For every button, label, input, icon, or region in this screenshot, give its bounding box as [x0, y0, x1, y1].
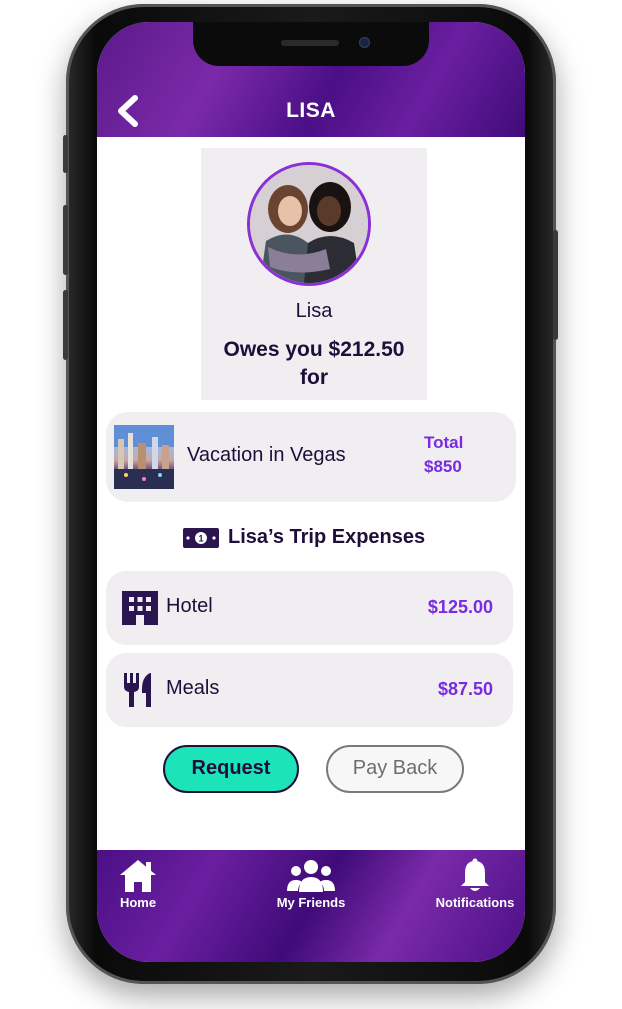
owed-for-text: for: [300, 366, 328, 389]
notch: [193, 22, 429, 66]
page-title: LISA: [286, 99, 336, 122]
tab-label: Notifications: [435, 895, 515, 910]
expense-label: Hotel: [166, 595, 213, 617]
front-camera: [359, 37, 370, 48]
app-screen: LISA Lisa Owes you $212.50 for Vacation …: [97, 22, 525, 962]
expenses-section-title: Lisa’s Trip Expenses: [228, 526, 426, 548]
svg-text:1: 1: [198, 534, 203, 544]
volume-up-button: [63, 205, 68, 275]
trip-thumbnail: [114, 425, 174, 489]
trip-total-value: $850: [424, 457, 462, 476]
bottom-tab-bar: Home My Friends Notifications: [97, 850, 525, 962]
silent-switch: [63, 135, 68, 173]
request-button[interactable]: Request: [163, 745, 299, 793]
tab-label: Home: [119, 895, 157, 910]
friends-icon: [287, 860, 335, 892]
home-icon: [120, 860, 156, 892]
tab-my-friends[interactable]: My Friends: [271, 858, 351, 910]
owed-amount-text: Owes you $212.50: [223, 338, 405, 361]
trip-title: Vacation in Vegas: [187, 444, 346, 466]
utensils-icon: [124, 673, 151, 707]
expense-label: Meals: [166, 677, 220, 699]
money-bill-icon: 1: [183, 528, 219, 548]
tab-notifications[interactable]: Notifications: [433, 858, 517, 910]
avatar: [247, 162, 371, 286]
avatar-photo: [250, 165, 368, 283]
header-bar: LISA: [97, 22, 525, 137]
tab-label: My Friends: [276, 895, 346, 910]
expense-amount: $125.00: [427, 597, 493, 617]
profile-card: Lisa Owes you $212.50 for: [201, 148, 427, 400]
friend-name: Lisa: [295, 300, 333, 322]
speaker: [281, 40, 339, 46]
expense-row-meals[interactable]: Meals $87.50: [106, 653, 513, 727]
expense-row-hotel[interactable]: Hotel $125.00: [106, 571, 513, 645]
hotel-icon: [122, 591, 158, 625]
volume-down-button: [63, 290, 68, 360]
pay-back-button[interactable]: Pay Back: [326, 745, 464, 793]
trip-card[interactable]: Vacation in Vegas Total $850: [106, 412, 516, 502]
tab-home[interactable]: Home: [113, 858, 163, 910]
bell-icon: [461, 858, 489, 891]
expense-amount: $87.50: [437, 679, 493, 699]
trip-total-label: Total: [424, 433, 464, 452]
power-button: [553, 230, 558, 340]
